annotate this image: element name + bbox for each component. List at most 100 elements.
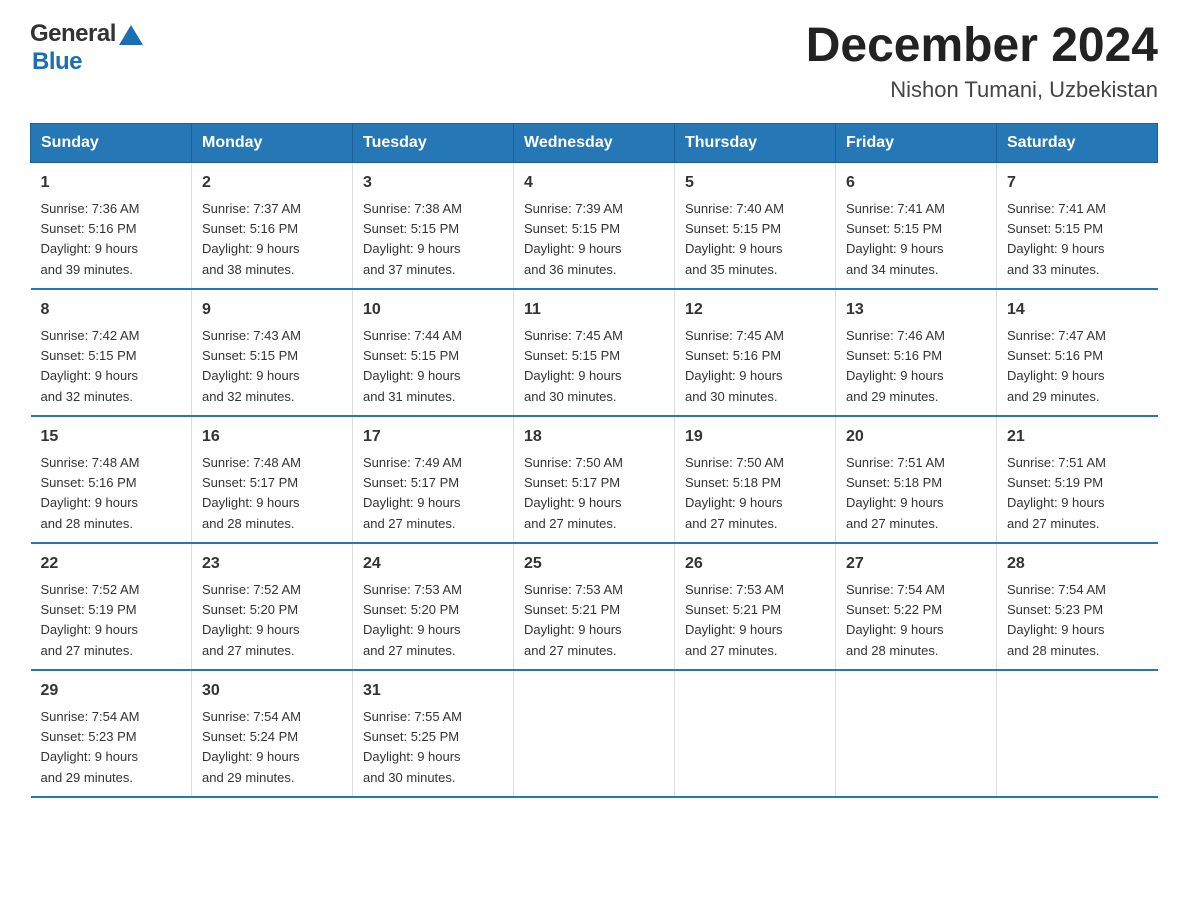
day-number: 4 — [524, 171, 664, 195]
calendar-cell — [997, 670, 1158, 797]
calendar-cell: 23Sunrise: 7:52 AMSunset: 5:20 PMDayligh… — [192, 543, 353, 670]
calendar-cell: 10 Sunrise: 7:44 AMSunset: 5:15 PMDayligh… — [353, 289, 514, 416]
day-info: Sunrise: 7:44 AMSunset: 5:15 PMDaylight:… — [363, 328, 462, 404]
calendar-cell: 2 Sunrise: 7:37 AMSunset: 5:16 PMDaylight… — [192, 162, 353, 289]
day-of-week-thursday: Thursday — [675, 123, 836, 162]
day-info: Sunrise: 7:48 AMSunset: 5:17 PMDaylight:… — [202, 455, 301, 531]
day-of-week-saturday: Saturday — [997, 123, 1158, 162]
day-info: Sunrise: 7:51 AMSunset: 5:19 PMDaylight:… — [1007, 455, 1106, 531]
calendar-header: SundayMondayTuesdayWednesdayThursdayFrid… — [31, 123, 1158, 162]
day-number: 17 — [363, 425, 503, 449]
day-info: Sunrise: 7:45 AMSunset: 5:15 PMDaylight:… — [524, 328, 623, 404]
logo-triangle-icon — [119, 25, 143, 45]
day-number: 26 — [685, 552, 825, 576]
calendar-cell: 27 Sunrise: 7:54 AMSunset: 5:22 PMDayligh… — [836, 543, 997, 670]
day-info: Sunrise: 7:38 AMSunset: 5:15 PMDaylight:… — [363, 201, 462, 277]
day-info: Sunrise: 7:50 AMSunset: 5:18 PMDaylight:… — [685, 455, 784, 531]
day-info: Sunrise: 7:45 AMSunset: 5:16 PMDaylight:… — [685, 328, 784, 404]
calendar-cell: 15 Sunrise: 7:48 AMSunset: 5:16 PMDayligh… — [31, 416, 192, 543]
calendar-cell: 12 Sunrise: 7:45 AMSunset: 5:16 PMDayligh… — [675, 289, 836, 416]
day-number: 2 — [202, 171, 342, 195]
calendar-cell: 28Sunrise: 7:54 AMSunset: 5:23 PMDayligh… — [997, 543, 1158, 670]
day-info: Sunrise: 7:42 AMSunset: 5:15 PMDaylight:… — [41, 328, 140, 404]
day-number: 15 — [41, 425, 182, 449]
title-block: December 2024 Nishon Tumani, Uzbekistan — [806, 20, 1158, 103]
calendar-title: December 2024 — [806, 20, 1158, 73]
calendar-cell: 26 Sunrise: 7:53 AMSunset: 5:21 PMDayligh… — [675, 543, 836, 670]
calendar-cell: 30Sunrise: 7:54 AMSunset: 5:24 PMDayligh… — [192, 670, 353, 797]
calendar-cell: 6 Sunrise: 7:41 AMSunset: 5:15 PMDaylight… — [836, 162, 997, 289]
days-of-week-row: SundayMondayTuesdayWednesdayThursdayFrid… — [31, 123, 1158, 162]
day-number: 5 — [685, 171, 825, 195]
day-info: Sunrise: 7:46 AMSunset: 5:16 PMDaylight:… — [846, 328, 945, 404]
calendar-cell: 20 Sunrise: 7:51 AMSunset: 5:18 PMDayligh… — [836, 416, 997, 543]
calendar-cell: 13Sunrise: 7:46 AMSunset: 5:16 PMDayligh… — [836, 289, 997, 416]
day-info: Sunrise: 7:48 AMSunset: 5:16 PMDaylight:… — [41, 455, 140, 531]
day-info: Sunrise: 7:41 AMSunset: 5:15 PMDaylight:… — [846, 201, 945, 277]
week-row-5: 29 Sunrise: 7:54 AMSunset: 5:23 PMDayligh… — [31, 670, 1158, 797]
week-row-1: 1 Sunrise: 7:36 AMSunset: 5:16 PMDaylight… — [31, 162, 1158, 289]
week-row-3: 15 Sunrise: 7:48 AMSunset: 5:16 PMDayligh… — [31, 416, 1158, 543]
day-number: 3 — [363, 171, 503, 195]
day-info: Sunrise: 7:52 AMSunset: 5:20 PMDaylight:… — [202, 582, 301, 658]
logo-blue-text: Blue — [32, 48, 82, 76]
day-number: 10 — [363, 298, 503, 322]
day-number: 1 — [41, 171, 182, 195]
calendar-cell — [514, 670, 675, 797]
day-info: Sunrise: 7:54 AMSunset: 5:22 PMDaylight:… — [846, 582, 945, 658]
day-number: 11 — [524, 298, 664, 322]
calendar-cell: 11 Sunrise: 7:45 AMSunset: 5:15 PMDayligh… — [514, 289, 675, 416]
calendar-cell — [675, 670, 836, 797]
calendar-cell: 18 Sunrise: 7:50 AMSunset: 5:17 PMDayligh… — [514, 416, 675, 543]
calendar-cell — [836, 670, 997, 797]
day-info: Sunrise: 7:53 AMSunset: 5:21 PMDaylight:… — [685, 582, 784, 658]
day-info: Sunrise: 7:50 AMSunset: 5:17 PMDaylight:… — [524, 455, 623, 531]
day-number: 29 — [41, 679, 182, 703]
calendar-cell: 4 Sunrise: 7:39 AMSunset: 5:15 PMDaylight… — [514, 162, 675, 289]
day-number: 6 — [846, 171, 986, 195]
day-info: Sunrise: 7:43 AMSunset: 5:15 PMDaylight:… — [202, 328, 301, 404]
day-number: 16 — [202, 425, 342, 449]
day-number: 20 — [846, 425, 986, 449]
day-info: Sunrise: 7:39 AMSunset: 5:15 PMDaylight:… — [524, 201, 623, 277]
calendar-cell: 7Sunrise: 7:41 AMSunset: 5:15 PMDaylight… — [997, 162, 1158, 289]
day-number: 7 — [1007, 171, 1148, 195]
day-info: Sunrise: 7:37 AMSunset: 5:16 PMDaylight:… — [202, 201, 301, 277]
calendar-cell: 31 Sunrise: 7:55 AMSunset: 5:25 PMDayligh… — [353, 670, 514, 797]
day-info: Sunrise: 7:54 AMSunset: 5:23 PMDaylight:… — [1007, 582, 1106, 658]
day-of-week-monday: Monday — [192, 123, 353, 162]
calendar-cell: 19 Sunrise: 7:50 AMSunset: 5:18 PMDayligh… — [675, 416, 836, 543]
day-number: 21 — [1007, 425, 1148, 449]
day-number: 30 — [202, 679, 342, 703]
day-number: 14 — [1007, 298, 1148, 322]
day-of-week-friday: Friday — [836, 123, 997, 162]
day-info: Sunrise: 7:53 AMSunset: 5:21 PMDaylight:… — [524, 582, 623, 658]
day-number: 31 — [363, 679, 503, 703]
calendar-cell: 5Sunrise: 7:40 AMSunset: 5:15 PMDaylight… — [675, 162, 836, 289]
day-number: 24 — [363, 552, 503, 576]
logo: General Blue — [30, 20, 143, 76]
day-info: Sunrise: 7:51 AMSunset: 5:18 PMDaylight:… — [846, 455, 945, 531]
day-number: 19 — [685, 425, 825, 449]
day-number: 8 — [41, 298, 182, 322]
calendar-cell: 25Sunrise: 7:53 AMSunset: 5:21 PMDayligh… — [514, 543, 675, 670]
day-info: Sunrise: 7:55 AMSunset: 5:25 PMDaylight:… — [363, 709, 462, 785]
day-info: Sunrise: 7:52 AMSunset: 5:19 PMDaylight:… — [41, 582, 140, 658]
day-number: 22 — [41, 552, 182, 576]
day-info: Sunrise: 7:49 AMSunset: 5:17 PMDaylight:… — [363, 455, 462, 531]
day-info: Sunrise: 7:36 AMSunset: 5:16 PMDaylight:… — [41, 201, 140, 277]
calendar-cell: 3 Sunrise: 7:38 AMSunset: 5:15 PMDaylight… — [353, 162, 514, 289]
calendar-cell: 16 Sunrise: 7:48 AMSunset: 5:17 PMDayligh… — [192, 416, 353, 543]
calendar-cell: 14Sunrise: 7:47 AMSunset: 5:16 PMDayligh… — [997, 289, 1158, 416]
day-number: 27 — [846, 552, 986, 576]
day-number: 12 — [685, 298, 825, 322]
calendar-cell: 29 Sunrise: 7:54 AMSunset: 5:23 PMDayligh… — [31, 670, 192, 797]
day-of-week-wednesday: Wednesday — [514, 123, 675, 162]
calendar-body: 1 Sunrise: 7:36 AMSunset: 5:16 PMDaylight… — [31, 162, 1158, 797]
day-number: 18 — [524, 425, 664, 449]
calendar-cell: 1 Sunrise: 7:36 AMSunset: 5:16 PMDaylight… — [31, 162, 192, 289]
day-info: Sunrise: 7:54 AMSunset: 5:23 PMDaylight:… — [41, 709, 140, 785]
day-of-week-sunday: Sunday — [31, 123, 192, 162]
day-of-week-tuesday: Tuesday — [353, 123, 514, 162]
logo-general-text: General — [30, 20, 116, 48]
